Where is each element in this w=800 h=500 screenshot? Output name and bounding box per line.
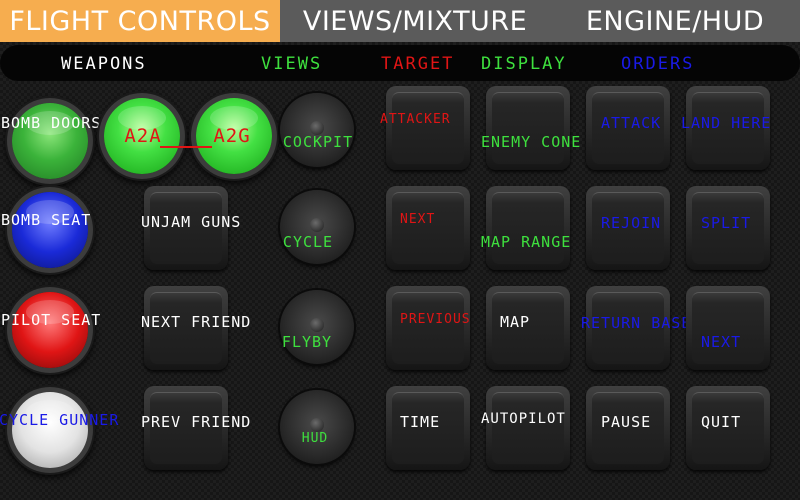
split-button[interactable] [686,186,770,270]
pilot-seat-button[interactable] [12,292,88,368]
autopilot-button[interactable] [486,386,570,470]
cockpit-toggle[interactable] [280,93,354,167]
previous-target-button[interactable] [386,286,470,370]
tab-engine-hud[interactable]: ENGINE/HUD [550,0,800,42]
rejoin-button[interactable] [586,186,670,270]
a2g-button[interactable] [196,98,272,174]
attack-order-button[interactable] [586,86,670,170]
section-header-bar: WEAPONS VIEWS TARGET DISPLAY ORDERS [0,45,800,81]
next-friend-button[interactable] [144,286,228,370]
map-button[interactable] [486,286,570,370]
pause-button[interactable] [586,386,670,470]
unjam-guns-button[interactable] [144,186,228,270]
section-views-label: VIEWS [261,54,323,74]
map-range-button[interactable] [486,186,570,270]
section-display-label: DISPLAY [481,54,567,74]
tab-views-mixture[interactable]: VIEWS/MIXTURE [280,0,550,42]
next-order-button[interactable] [686,286,770,370]
return-base-button[interactable] [586,286,670,370]
time-button[interactable] [386,386,470,470]
prev-friend-button[interactable] [144,386,228,470]
next-target-button[interactable] [386,186,470,270]
a2a-button[interactable] [104,98,180,174]
section-weapons-label: WEAPONS [61,54,147,74]
bomb-doors-button[interactable] [12,103,88,179]
tab-bar: FLIGHT CONTROLS VIEWS/MIXTURE ENGINE/HUD [0,0,800,42]
tab-flight-controls[interactable]: FLIGHT CONTROLS [0,0,280,42]
cycle-toggle[interactable] [280,190,354,264]
land-here-button[interactable] [686,86,770,170]
bomb-seat-button[interactable] [12,192,88,268]
a2a-a2g-link-line [160,146,212,148]
attacker-button[interactable] [386,86,470,170]
cycle-gunner-button[interactable] [12,392,88,468]
section-target-label: TARGET [381,54,455,74]
flyby-toggle[interactable] [280,290,354,364]
hud-toggle[interactable] [280,390,354,464]
quit-button[interactable] [686,386,770,470]
section-orders-label: ORDERS [621,54,695,74]
enemy-cone-button[interactable] [486,86,570,170]
